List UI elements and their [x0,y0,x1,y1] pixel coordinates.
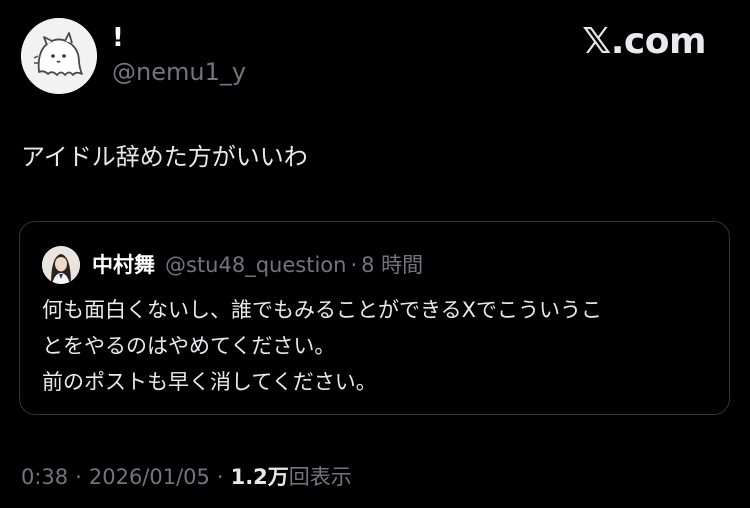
quoted-text-line: 前のポストも早く消してください。 [42,370,377,394]
post-text: アイドル辞めた方がいいわ [21,143,308,171]
quoted-author-name[interactable]: 中村舞 [92,248,155,282]
author-handle[interactable]: @nemu1_y [112,56,246,88]
author-display-name[interactable]: ! [112,20,124,56]
quoted-author-avatar[interactable] [42,246,80,284]
metadata-separator: · [75,465,82,489]
views-count[interactable]: 1.2万 [231,461,289,493]
post-date[interactable]: 2026/01/05 [89,461,210,493]
quoted-text-line: とをやるのはやめてください。 [42,334,336,358]
quoted-header-separator: · [350,253,358,277]
ghost-icon [21,18,97,94]
person-photo-icon [42,246,80,284]
quoted-post-text: 何も面白くないし、誰でもみることができるXでこういうこ とをやるのはやめてくださ… [42,292,722,400]
metadata-separator: · [216,465,224,489]
quoted-post-card[interactable]: 中村舞 @stu48_question · 8 時間 何も面白くないし、誰でもみ… [19,221,730,415]
quoted-post-time[interactable]: 8 時間 [361,248,423,282]
author-avatar[interactable] [21,18,97,94]
quoted-author-handle[interactable]: @stu48_question [165,248,346,282]
x-brand-logo: 𝕏.com [582,21,706,62]
quoted-text-line: 何も面白くないし、誰でもみることができるXでこういうこ [42,298,602,322]
post-time[interactable]: 0:38 [21,461,68,493]
views-label: 回表示 [288,465,352,489]
post-metadata: 0:38 · 2026/01/05 · 1.2万 回表示 [21,461,352,493]
quoted-post-header: 中村舞 @stu48_question · 8 時間 [92,248,423,282]
